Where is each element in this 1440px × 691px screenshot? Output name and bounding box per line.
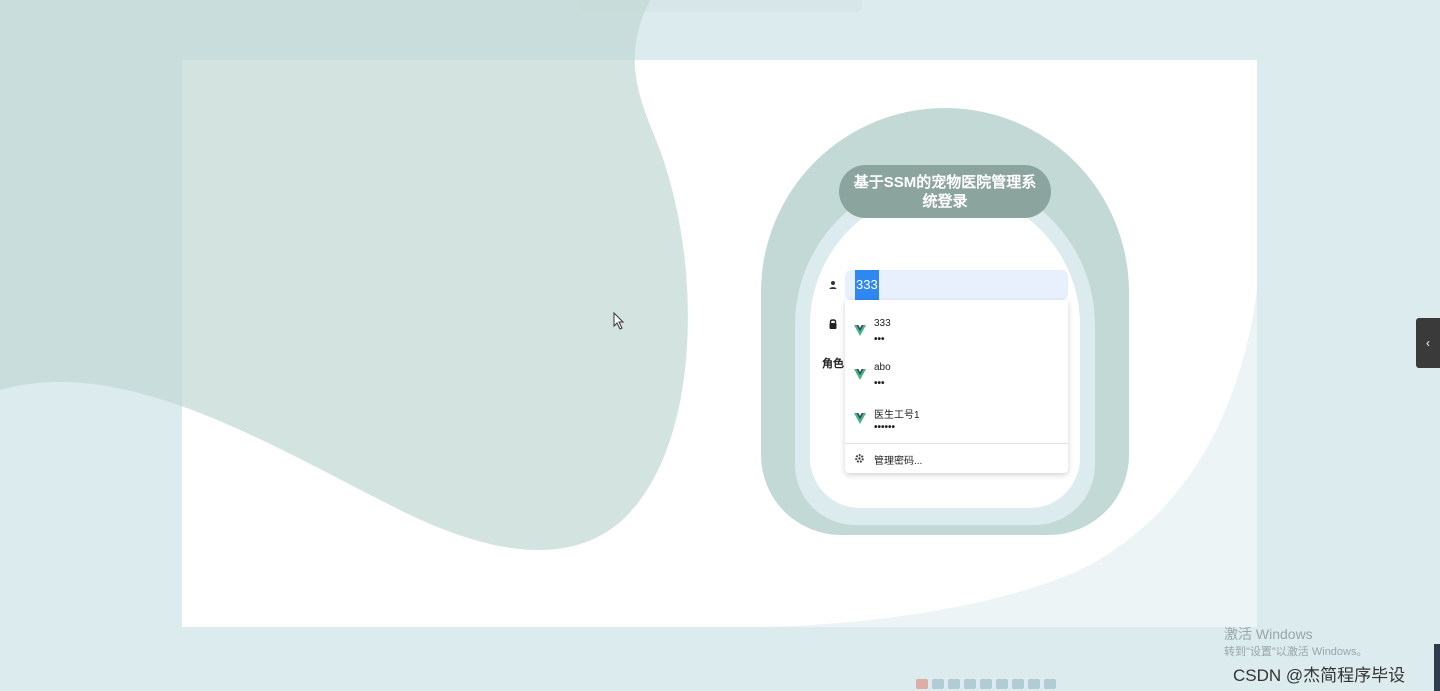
tray-icon[interactable] (1044, 679, 1056, 689)
lock-icon (829, 319, 837, 329)
manage-passwords-label: 管理密码... (874, 456, 923, 467)
autofill-dropdown: 333 ••• abo ••• 医生工号1 •••••• 管理密码... (845, 300, 1068, 473)
screen-edge (1434, 644, 1440, 691)
side-collapse-button[interactable]: ‹ (1416, 318, 1440, 368)
autofill-item[interactable]: 333 ••• (845, 305, 1068, 347)
autofill-item[interactable]: 医生工号1 •••••• (845, 393, 1068, 435)
user-icon (829, 281, 837, 289)
windows-activation-title: 激活 Windows (1224, 626, 1313, 642)
ime-icon[interactable] (916, 679, 928, 689)
mouse-cursor-icon (613, 312, 625, 330)
tray-icon[interactable] (932, 679, 944, 689)
gear-icon (855, 454, 864, 463)
taskbar-icons (916, 677, 1070, 691)
tray-icon[interactable] (948, 679, 960, 689)
username-input[interactable]: 333 (845, 270, 1068, 300)
chevron-left-icon: ‹ (1426, 336, 1430, 350)
autofill-username: 医生工号1 (874, 410, 920, 421)
username-value: 333 (855, 270, 879, 300)
tray-icon[interactable] (996, 679, 1008, 689)
autofill-item[interactable]: abo ••• (845, 349, 1068, 391)
role-label: 角色 (822, 358, 844, 370)
csdn-watermark: CSDN @杰简程序毕设 (1233, 666, 1406, 685)
vue-logo-icon (854, 413, 866, 424)
background-shapes (0, 0, 1257, 627)
autofill-password: ••• (874, 378, 885, 389)
autofill-username: 333 (874, 318, 891, 329)
windows-activation-subtitle: 转到"设置"以激活 Windows。 (1224, 646, 1368, 658)
vue-logo-icon (854, 325, 866, 336)
page-title: 基于SSM的宠物医院管理系统登录 (839, 165, 1051, 218)
tray-icon[interactable] (964, 679, 976, 689)
manage-passwords-item[interactable]: 管理密码... (845, 445, 1068, 472)
vue-logo-icon (854, 369, 866, 380)
tray-icon[interactable] (980, 679, 992, 689)
autofill-password: •••••• (874, 422, 896, 433)
tray-icon[interactable] (1028, 679, 1040, 689)
divider (845, 443, 1068, 444)
autofill-username: abo (874, 362, 891, 373)
tray-icon[interactable] (1012, 679, 1024, 689)
autofill-password: ••• (874, 334, 885, 345)
